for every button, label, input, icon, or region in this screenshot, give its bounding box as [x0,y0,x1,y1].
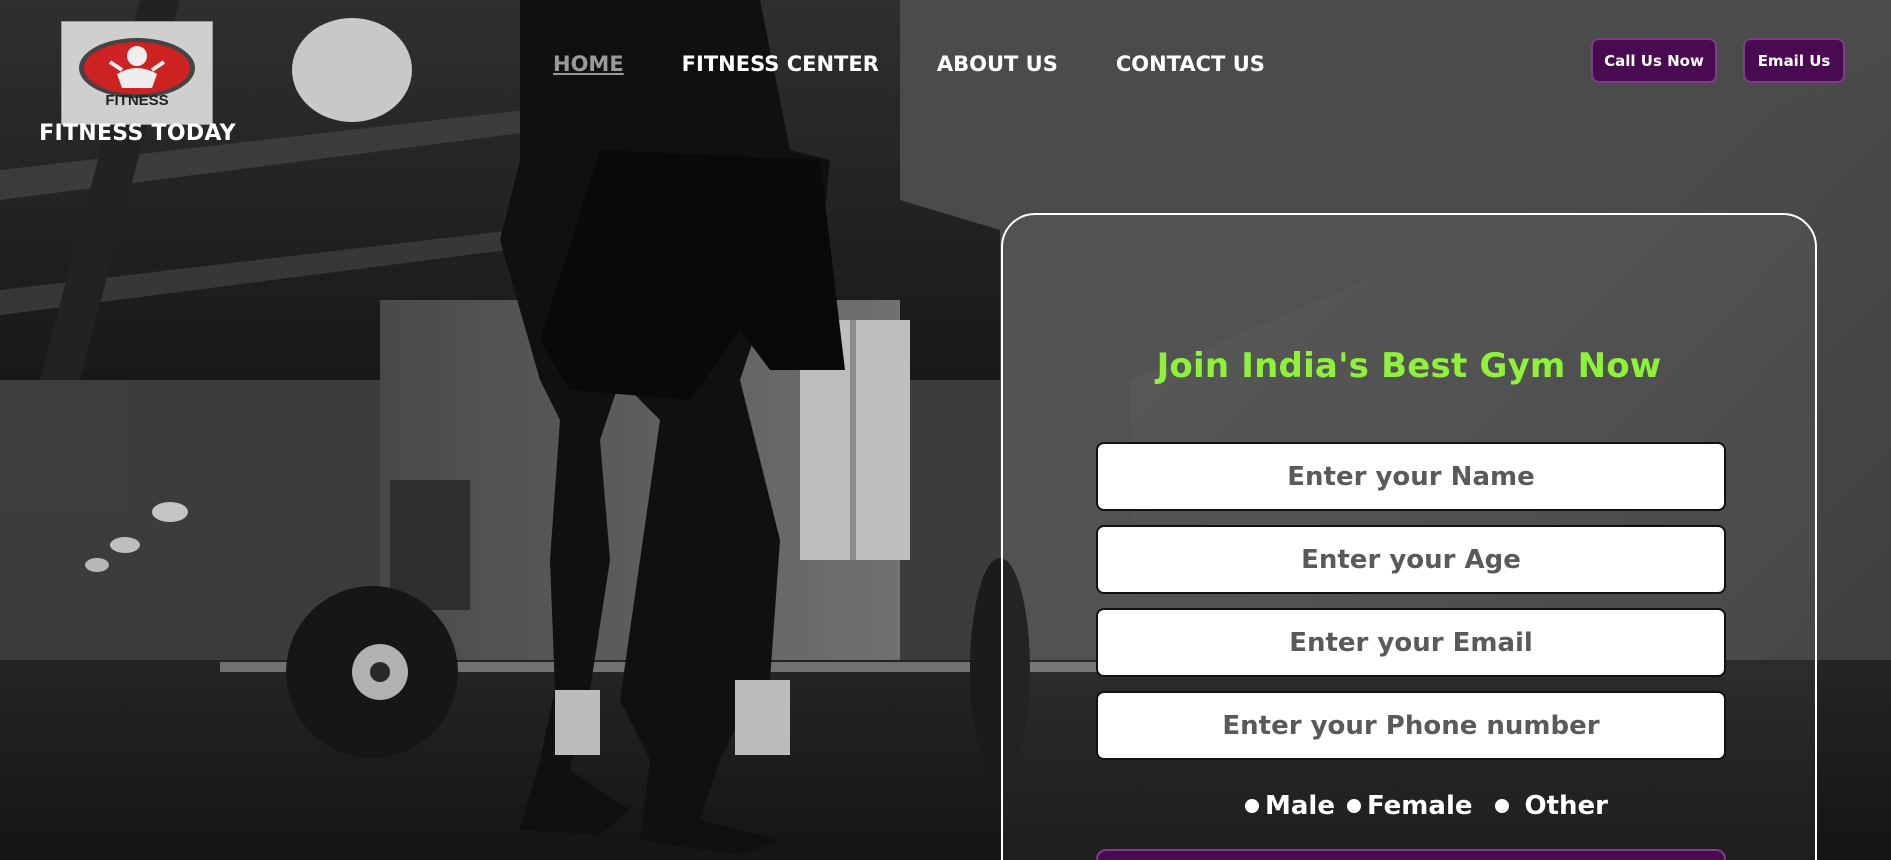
form-title: Join India's Best Gym Now [1156,346,1662,386]
nav-home[interactable]: HOME [553,52,624,76]
logo[interactable]: FITNESS [61,21,213,125]
email-us-button[interactable]: Email Us [1743,38,1845,83]
phone-input[interactable] [1096,691,1726,760]
gender-option-other[interactable]: Other [1485,791,1609,821]
gender-label-male: Male [1265,791,1335,821]
hero-section: FITNESS FITNESS TODAY HOME FITNESS CENTE… [0,0,1891,860]
gender-label-female: Female [1366,791,1473,821]
radio-female[interactable] [1346,799,1361,813]
brand-name: FITNESS TODAY [39,121,236,146]
gender-radio-group: Male Female Other [1245,791,1620,821]
logo-text: FITNESS [105,92,169,109]
radio-male[interactable] [1245,799,1259,813]
submit-button[interactable] [1096,849,1726,860]
main-nav: HOME FITNESS CENTER ABOUT US CONTACT US [553,52,1323,76]
age-input[interactable] [1096,525,1726,594]
nav-about-us[interactable]: ABOUT US [937,52,1058,76]
name-input[interactable] [1096,442,1726,511]
nav-fitness-center[interactable]: FITNESS CENTER [682,52,879,76]
call-us-button[interactable]: Call Us Now [1591,38,1717,83]
gender-label-other: Other [1524,791,1609,821]
nav-contact-us[interactable]: CONTACT US [1116,52,1265,76]
radio-other[interactable] [1494,799,1509,813]
email-input[interactable] [1096,608,1726,677]
gender-option-female[interactable]: Female [1346,791,1473,821]
gender-option-male[interactable]: Male [1245,791,1335,821]
